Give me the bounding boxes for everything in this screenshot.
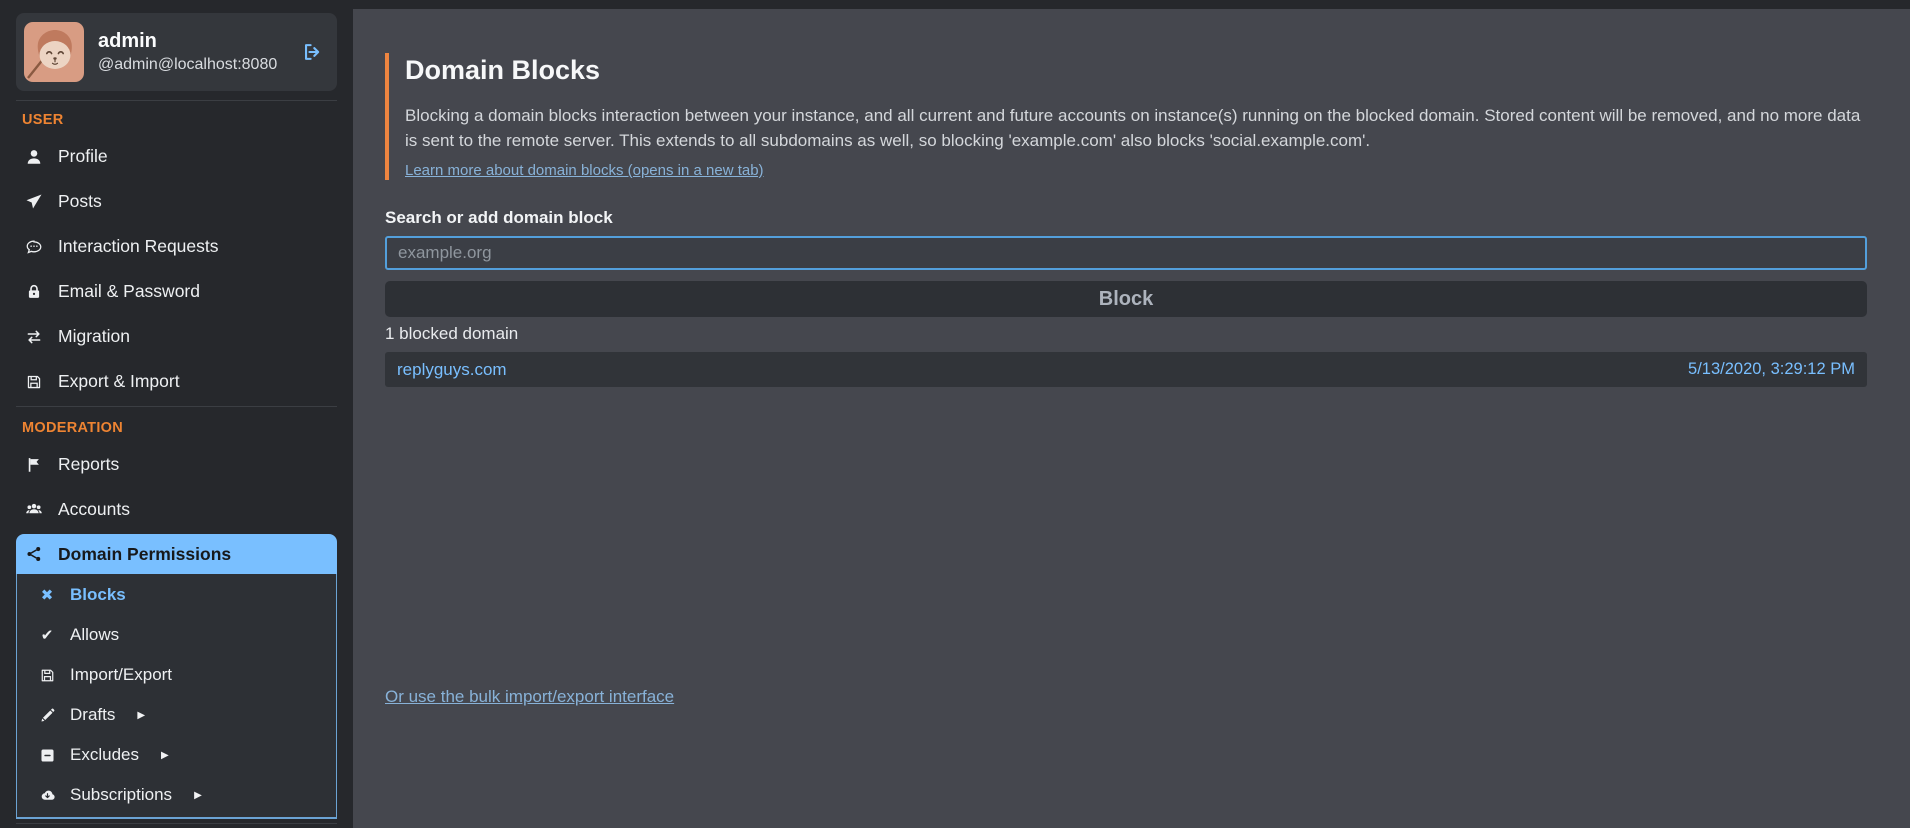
sidebar-item-label: Posts [58, 191, 102, 212]
block-button[interactable]: Block [385, 281, 1867, 317]
sidebar-item-export-import[interactable]: Export & Import [16, 359, 337, 404]
sidebar-item-drafts[interactable]: Drafts ▶ [17, 695, 336, 735]
divider [16, 406, 337, 407]
pencil-icon [37, 707, 57, 724]
page-header: Domain Blocks Blocking a domain blocks i… [385, 53, 1867, 180]
caret-right-icon: ▶ [161, 750, 169, 761]
learn-more-link[interactable]: Learn more about domain blocks (opens in… [405, 162, 764, 179]
sidebar-item-import-export[interactable]: Import/Export [17, 655, 336, 695]
sidebar: admin @admin@localhost:8080 USER Profile… [0, 0, 353, 828]
blocked-domain-count: 1 blocked domain [385, 324, 1867, 344]
sidebar-item-label: Allows [70, 625, 119, 645]
sidebar-item-label: Interaction Requests [58, 236, 219, 257]
sidebar-item-label: Excludes [70, 745, 139, 765]
cloud-download-icon [37, 787, 57, 804]
section-label-moderation: MODERATION [22, 419, 331, 437]
section-label-user: USER [22, 111, 331, 129]
sidebar-item-email-password[interactable]: Email & Password [16, 269, 337, 314]
sidebar-item-label: Email & Password [58, 281, 200, 302]
sidebar-item-label: Subscriptions [70, 785, 172, 805]
sidebar-item-label: Profile [58, 146, 108, 167]
caret-right-icon: ▶ [137, 710, 145, 721]
bulk-import-export-link[interactable]: Or use the bulk import/export interface [385, 687, 674, 707]
domain-search-input[interactable] [385, 236, 1867, 270]
sidebar-item-label: Domain Permissions [58, 544, 231, 565]
divider [16, 823, 337, 824]
user-card: admin @admin@localhost:8080 [16, 13, 337, 91]
sidebar-item-migration[interactable]: Migration [16, 314, 337, 359]
sidebar-item-domain-permissions[interactable]: Domain Permissions [16, 534, 337, 574]
search-label: Search or add domain block [385, 208, 1867, 228]
user-handle: @admin@localhost:8080 [98, 56, 277, 74]
page-description: Blocking a domain blocks interaction bet… [405, 103, 1867, 153]
sidebar-item-label: Blocks [70, 585, 126, 605]
minus-square-icon [37, 747, 57, 764]
flag-icon [24, 456, 44, 474]
sidebar-item-subscriptions[interactable]: Subscriptions ▶ [17, 775, 336, 815]
share-nodes-icon [24, 545, 44, 563]
user-name: admin [98, 30, 277, 52]
blocked-domain-row[interactable]: replyguys.com 5/13/2020, 3:29:12 PM [385, 352, 1867, 387]
sign-out-button[interactable] [299, 39, 325, 65]
floppy-disk-icon [37, 667, 57, 684]
check-icon: ✔ [37, 628, 57, 643]
exchange-icon [24, 328, 44, 346]
comment-dots-icon [24, 238, 44, 256]
sidebar-item-label: Reports [58, 454, 119, 475]
domain-permissions-submenu: ✖ Blocks ✔ Allows Import/Export Drafts ▶… [16, 574, 337, 819]
sidebar-item-accounts[interactable]: Accounts [16, 487, 337, 532]
sidebar-item-excludes[interactable]: Excludes ▶ [17, 735, 336, 775]
blocked-domain-date: 5/13/2020, 3:29:12 PM [1688, 360, 1855, 379]
sidebar-item-allows[interactable]: ✔ Allows [17, 615, 336, 655]
sidebar-item-blocks[interactable]: ✖ Blocks [17, 575, 336, 615]
sidebar-item-profile[interactable]: Profile [16, 134, 337, 179]
x-icon: ✖ [37, 588, 57, 603]
sidebar-item-label: Accounts [58, 499, 130, 520]
sidebar-item-label: Import/Export [70, 665, 172, 685]
sidebar-item-reports[interactable]: Reports [16, 442, 337, 487]
floppy-disk-icon [24, 373, 44, 391]
sidebar-item-label: Migration [58, 326, 130, 347]
sidebar-item-interaction-requests[interactable]: Interaction Requests [16, 224, 337, 269]
main-panel: Domain Blocks Blocking a domain blocks i… [353, 9, 1910, 828]
sign-out-icon [301, 41, 323, 63]
blocked-domain-name: replyguys.com [397, 360, 507, 380]
divider [16, 100, 337, 101]
sidebar-item-posts[interactable]: Posts [16, 179, 337, 224]
caret-right-icon: ▶ [194, 790, 202, 801]
sloth-avatar [24, 22, 84, 82]
sidebar-item-label: Export & Import [58, 371, 180, 392]
page-title: Domain Blocks [405, 53, 1867, 87]
user-icon [24, 148, 44, 166]
sidebar-item-label: Drafts [70, 705, 115, 725]
paper-plane-icon [24, 193, 44, 211]
users-icon [24, 501, 44, 519]
lock-icon [24, 283, 44, 301]
